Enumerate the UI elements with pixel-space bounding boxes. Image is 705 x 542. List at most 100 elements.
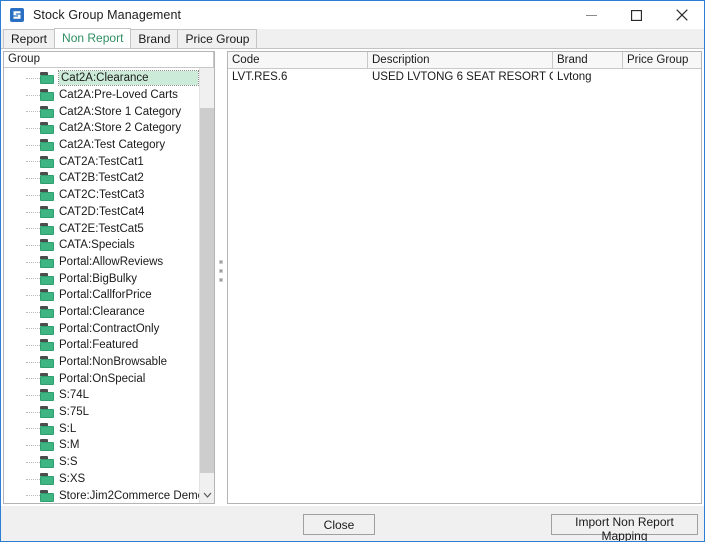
tree-connector-line xyxy=(26,228,40,230)
tree-item-label: CAT2A:TestCat1 xyxy=(59,155,144,168)
tree-item-label: S:74L xyxy=(59,389,90,402)
tree-connector-line xyxy=(26,445,40,447)
tree-item[interactable]: S:75L xyxy=(4,404,199,421)
tree-item[interactable]: Cat2A:Clearance xyxy=(4,70,199,87)
tree-item-label: CAT2D:TestCat4 xyxy=(59,205,145,218)
group-tree-list: Cat2A:Clearance Cat2A:Pre-Loved Carts Cat2… xyxy=(4,68,199,503)
tree-connector-line xyxy=(26,111,40,113)
folder-icon xyxy=(40,239,54,252)
tree-item-label: Cat2A:Pre-Loved Carts xyxy=(59,89,178,102)
scroll-down-arrow-icon[interactable] xyxy=(200,487,214,502)
tree-connector-line xyxy=(26,328,40,330)
tree-item[interactable]: CAT2D:TestCat4 xyxy=(4,204,199,221)
tree-item-label: S:75L xyxy=(59,406,90,419)
import-non-report-mapping-button[interactable]: Import Non Report Mapping xyxy=(551,514,698,541)
tree-item[interactable]: Portal:ContractOnly xyxy=(4,320,199,337)
tree-item[interactable]: CAT2C:TestCat3 xyxy=(4,187,199,204)
tree-column-header-group[interactable]: Group xyxy=(4,52,214,68)
grid-cell-price_group xyxy=(623,69,701,86)
tree-connector-line xyxy=(26,244,40,247)
tree-connector-line xyxy=(26,395,40,397)
tree-connector-line xyxy=(26,144,40,147)
tree-item[interactable]: Cat2A:Test Category xyxy=(4,137,199,154)
tree-item[interactable]: Store:Jim2Commerce Demo Store xyxy=(4,487,199,503)
tree-item[interactable]: Portal:AllowReviews xyxy=(4,254,199,271)
tree-item[interactable]: Portal:Featured xyxy=(4,337,199,354)
tree-item-label: S:S xyxy=(59,456,78,469)
tree-item-label: CAT2E:TestCat5 xyxy=(59,222,144,235)
window-controls xyxy=(569,1,704,29)
tree-item-label: Portal:ContractOnly xyxy=(59,322,160,335)
maximize-button[interactable] xyxy=(614,1,659,29)
tree-item[interactable]: Portal:BigBulky xyxy=(4,270,199,287)
tree-connector-line xyxy=(26,211,40,214)
folder-icon xyxy=(40,172,54,185)
grid-column-header-brand[interactable]: Brand xyxy=(553,52,623,68)
tree-item[interactable]: Portal:CallforPrice xyxy=(4,287,199,304)
tree-connector-line xyxy=(26,294,40,297)
tree-item[interactable]: S:L xyxy=(4,420,199,437)
tree-item-label: Cat2A:Store 2 Category xyxy=(59,122,182,135)
panel-splitter[interactable] xyxy=(217,51,225,504)
grid-column-header-price-group[interactable]: Price Group xyxy=(623,52,701,68)
tree-item-label: Portal:CallforPrice xyxy=(59,289,152,302)
tree-item-label: CAT2C:TestCat3 xyxy=(59,189,145,202)
tree-item-label: CATA:Specials xyxy=(59,239,135,252)
folder-icon xyxy=(40,489,54,502)
tab-non-report[interactable]: Non Report xyxy=(54,28,132,48)
grid-column-header-description[interactable]: Description xyxy=(368,52,553,68)
tree-item[interactable]: Cat2A:Pre-Loved Carts xyxy=(4,87,199,104)
tab-report[interactable]: Report xyxy=(3,29,56,48)
folder-icon xyxy=(40,105,54,118)
folder-icon xyxy=(40,422,54,435)
tab-price-group-label: Price Group xyxy=(185,32,250,46)
grid-row[interactable]: LVT.RES.6 USED LVTONG 6 SEAT RESORT CART L… xyxy=(228,69,701,86)
folder-icon xyxy=(40,272,54,285)
tree-item[interactable]: Portal:OnSpecial xyxy=(4,370,199,387)
tree-connector-line xyxy=(26,161,40,163)
grid-header-row: Code Description Brand Price Group xyxy=(228,52,701,69)
tree-item[interactable]: Portal:Clearance xyxy=(4,304,199,321)
grid-body: LVT.RES.6 USED LVTONG 6 SEAT RESORT CART L… xyxy=(228,69,701,86)
tree-item-label: Cat2A:Clearance xyxy=(58,70,199,87)
tree-connector-line xyxy=(26,178,40,180)
tree-connector-line xyxy=(26,311,40,314)
folder-icon xyxy=(40,189,54,202)
close-dialog-button[interactable]: Close xyxy=(303,514,375,535)
tree-item[interactable]: S:M xyxy=(4,437,199,454)
close-button[interactable] xyxy=(659,1,704,29)
folder-icon xyxy=(40,456,54,469)
tab-brand[interactable]: Brand xyxy=(130,29,179,48)
title-bar: Stock Group Management xyxy=(1,1,704,29)
tree-item-label: Cat2A:Test Category xyxy=(59,139,166,152)
tree-item[interactable]: CAT2B:TestCat2 xyxy=(4,170,199,187)
app-window-icon xyxy=(9,7,25,23)
tree-item-label: S:M xyxy=(59,439,80,452)
window-title: Stock Group Management xyxy=(33,8,182,22)
tree-vertical-scrollbar[interactable] xyxy=(199,52,214,503)
tree-item[interactable]: CAT2E:TestCat5 xyxy=(4,220,199,237)
tree-item-label: Portal:NonBrowsable xyxy=(59,356,168,369)
tab-price-group[interactable]: Price Group xyxy=(177,29,258,48)
tree-item[interactable]: CATA:Specials xyxy=(4,237,199,254)
folder-icon xyxy=(40,289,54,302)
grid-column-header-code[interactable]: Code xyxy=(228,52,368,68)
tree-connector-line xyxy=(26,495,40,497)
tree-item[interactable]: Portal:NonBrowsable xyxy=(4,354,199,371)
tree-item[interactable]: S:S xyxy=(4,454,199,471)
scrollbar-thumb[interactable] xyxy=(200,108,214,473)
stock-code-grid-panel: Code Description Brand Price Group LVT.R… xyxy=(227,51,702,504)
tab-strip: Report Non Report Brand Price Group xyxy=(1,28,704,49)
folder-icon xyxy=(40,89,54,102)
tree-item[interactable]: Cat2A:Store 2 Category xyxy=(4,120,199,137)
tree-item[interactable]: S:74L xyxy=(4,387,199,404)
tree-connector-line xyxy=(26,128,40,130)
tree-item-label: Portal:AllowReviews xyxy=(59,255,164,268)
minimize-button[interactable] xyxy=(569,1,614,29)
tree-item[interactable]: S:XS xyxy=(4,471,199,488)
tree-item[interactable]: Cat2A:Store 1 Category xyxy=(4,103,199,120)
tree-item[interactable]: CAT2A:TestCat1 xyxy=(4,153,199,170)
grid-cell-code: LVT.RES.6 xyxy=(232,71,288,83)
folder-icon xyxy=(40,339,54,352)
folder-icon xyxy=(40,322,54,335)
